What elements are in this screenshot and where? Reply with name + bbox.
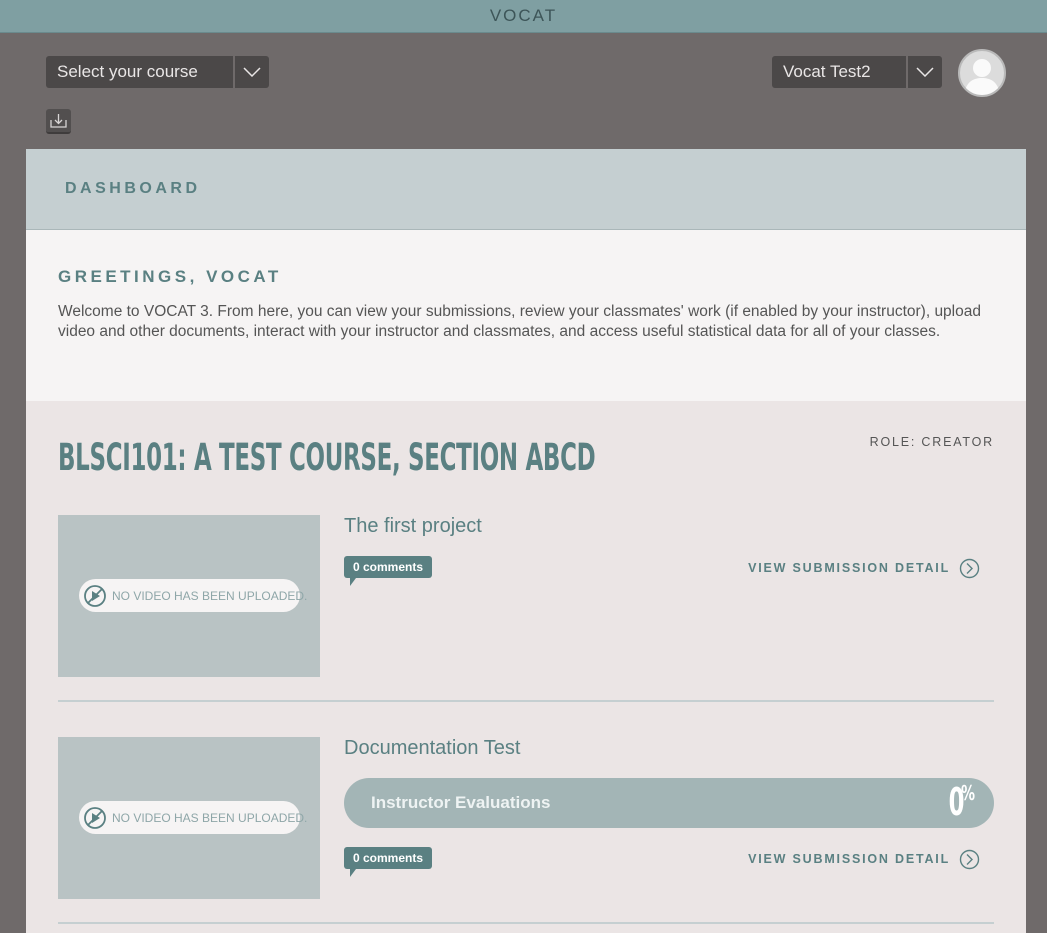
course-select[interactable]: Select your course — [46, 56, 269, 88]
view-submission-detail-label: VIEW SUBMISSION DETAIL — [748, 852, 950, 866]
evaluation-unit: % — [960, 781, 975, 805]
avatar[interactable] — [958, 49, 1006, 97]
no-video-icon — [83, 583, 107, 608]
evaluation-score: 0 % — [938, 782, 979, 822]
greeting-title: GREETINGS, VOCAT — [58, 267, 282, 286]
course-select-label: Select your course — [57, 62, 198, 81]
course-role: ROLE: CREATOR — [869, 435, 994, 449]
dashboard-bar: DASHBOARD — [26, 149, 1026, 230]
no-video-text: NO VIDEO HAS BEEN UPLOADED. — [112, 588, 308, 603]
arrow-right-circle-icon — [958, 557, 980, 579]
view-submission-detail-label: VIEW SUBMISSION DETAIL — [748, 561, 950, 575]
instructor-evaluations-bar[interactable]: Instructor Evaluations 0 % — [344, 778, 994, 828]
no-video-icon — [83, 805, 107, 830]
no-video-badge: NO VIDEO HAS BEEN UPLOADED. — [79, 579, 307, 612]
greeting-section: GREETINGS, VOCAT Welcome to VOCAT 3. Fro… — [26, 230, 1026, 401]
header: Select your course Vocat Test2 — [0, 33, 1047, 149]
arrow-right-circle-icon — [958, 848, 980, 870]
divider — [58, 922, 994, 924]
course-title[interactable]: BLSCI101: A TEST COURSE, SECTION ABCD — [58, 436, 596, 479]
download-button[interactable] — [46, 109, 71, 134]
greeting-text: Welcome to VOCAT 3. From here, you can v… — [58, 303, 981, 340]
main-panel: DASHBOARD GREETINGS, VOCAT Welcome to VO… — [26, 149, 1026, 933]
app-logo[interactable]: VOCAT — [0, 6, 1047, 26]
project-title[interactable]: Documentation Test — [344, 737, 520, 760]
user-select-label: Vocat Test2 — [783, 62, 871, 81]
no-video-badge: NO VIDEO HAS BEEN UPLOADED. — [79, 801, 307, 834]
top-bar: VOCAT — [0, 0, 1047, 33]
video-thumbnail[interactable]: NO VIDEO HAS BEEN UPLOADED. — [58, 515, 320, 677]
chevron-down-icon[interactable] — [233, 56, 269, 88]
download-icon — [50, 114, 67, 128]
view-submission-detail-link[interactable]: VIEW SUBMISSION DETAIL — [748, 557, 980, 579]
video-thumbnail[interactable]: NO VIDEO HAS BEEN UPLOADED. — [58, 737, 320, 899]
evaluation-label: Instructor Evaluations — [371, 793, 551, 812]
divider — [58, 700, 994, 702]
comments-badge[interactable]: 0 comments — [344, 847, 433, 877]
view-submission-detail-link[interactable]: VIEW SUBMISSION DETAIL — [748, 848, 980, 870]
page-title: DASHBOARD — [65, 180, 201, 197]
project-card: NO VIDEO HAS BEEN UPLOADED. The first pr… — [58, 515, 994, 702]
chevron-down-icon[interactable] — [906, 56, 942, 88]
project-card: NO VIDEO HAS BEEN UPLOADED. Documentatio… — [58, 737, 994, 924]
no-video-text: NO VIDEO HAS BEEN UPLOADED. — [112, 810, 308, 825]
user-select[interactable]: Vocat Test2 — [772, 56, 942, 88]
project-title[interactable]: The first project — [344, 515, 482, 538]
comments-badge[interactable]: 0 comments — [344, 556, 433, 586]
user-avatar-icon — [964, 59, 1000, 95]
